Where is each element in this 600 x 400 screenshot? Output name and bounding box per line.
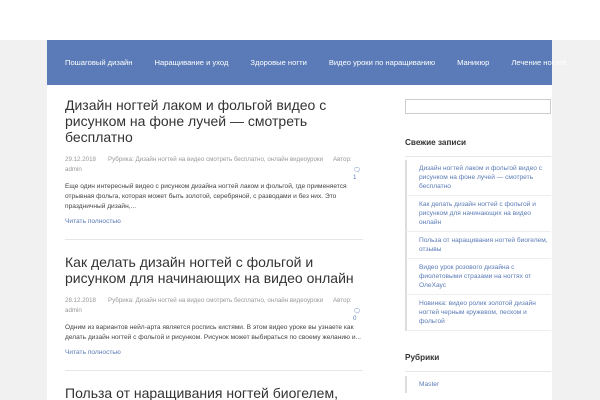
widget-divider [405,371,551,372]
post-divider [65,239,363,240]
nav-item-video-lessons[interactable]: Видео уроки по наращиванию [329,58,435,67]
top-bar [0,0,600,40]
post-date: 29.12.2018 [65,156,96,163]
post-author[interactable]: admin [65,166,82,173]
post-meta: 28.12.2018 Рубрика: Дизайн ногтей на вид… [65,297,363,322]
post-categories[interactable]: Рубрика: Дизайн ногтей на видео смотреть… [108,156,323,163]
recent-post-link[interactable]: Видео урок розового дизайна с фиолетовым… [405,259,551,295]
nav-item-extension-care[interactable]: Наращивание и уход [154,58,228,67]
recent-post-link[interactable]: Новинка: видео ролик золотой дизайн ногт… [405,295,551,331]
comments-number: 1 [353,174,357,181]
post-meta: 29.12.2018 Рубрика: Дизайн ногтей на вид… [65,156,363,181]
categories-list: Master [405,376,551,393]
post-title[interactable]: Как делать дизайн ногтей с фольгой и рис… [65,254,363,286]
post-2: Как делать дизайн ногтей с фольгой и рис… [65,254,363,356]
site-wrapper: Пошаговый дизайн Наращивание и уход Здор… [47,40,566,400]
comments-number: 0 [353,315,357,322]
nav-item-step-by-step-design[interactable]: Пошаговый дизайн [65,58,132,67]
comments-count[interactable]: 🗨︎1 [353,166,363,181]
post-1: Дизайн ногтей лаком и фольгой видео с ри… [65,97,363,225]
post-excerpt: Еще один интересный видео с рисунком диз… [65,183,347,210]
nav-item-healthy-nails[interactable]: Здоровые ногти [250,58,306,67]
recent-post-link[interactable]: Польза от наращивания ногтей биогелем, о… [405,232,551,259]
post-date: 28.12.2018 [65,297,96,304]
post-title[interactable]: Дизайн ногтей лаком и фольгой видео с ри… [65,97,363,145]
main-navigation: Пошаговый дизайн Наращивание и уход Здор… [47,40,566,85]
post-excerpt: Одним из вариантов нейл-арта является ро… [65,324,361,341]
comment-icon: 🗨︎ [353,167,361,174]
post-title[interactable]: Польза от наращивания ногтей биогелем, о… [65,385,363,400]
categories-title: Рубрики [405,353,440,362]
nav-item-manicure[interactable]: Маникюр [457,58,489,67]
post-author[interactable]: admin [65,307,82,314]
read-more-link[interactable]: Читать полностью [65,349,363,356]
comment-icon: 🗨︎ [353,308,361,315]
post-divider [65,370,363,371]
search-input[interactable] [405,99,551,114]
sidebar: Свежие записи Дизайн ногтей лаком и фоль… [405,98,551,393]
recent-posts-title: Свежие записи [405,138,467,147]
category-link[interactable]: Master [405,376,551,393]
comments-count[interactable]: 🗨︎0 [353,307,363,322]
main-content: Дизайн ногтей лаком и фольгой видео с ри… [65,97,363,400]
recent-posts-list: Дизайн ногтей лаком и фольгой видео с ри… [405,160,551,331]
recent-post-link[interactable]: Дизайн ногтей лаком и фольгой видео с ри… [405,160,551,196]
widget-divider [405,156,551,157]
post-author-label: Автор: [333,156,352,163]
nav-item-nail-treatment[interactable]: Лечение ногтей [511,58,566,67]
post-author-label: Автор: [333,297,352,304]
post-categories[interactable]: Рубрика: Дизайн ногтей на видео смотреть… [108,297,323,304]
post-3: Польза от наращивания ногтей биогелем, о… [65,385,363,400]
recent-post-link[interactable]: Как делать дизайн ногтей с фольгой и рис… [405,196,551,232]
read-more-link[interactable]: Читать полностью [65,218,363,225]
